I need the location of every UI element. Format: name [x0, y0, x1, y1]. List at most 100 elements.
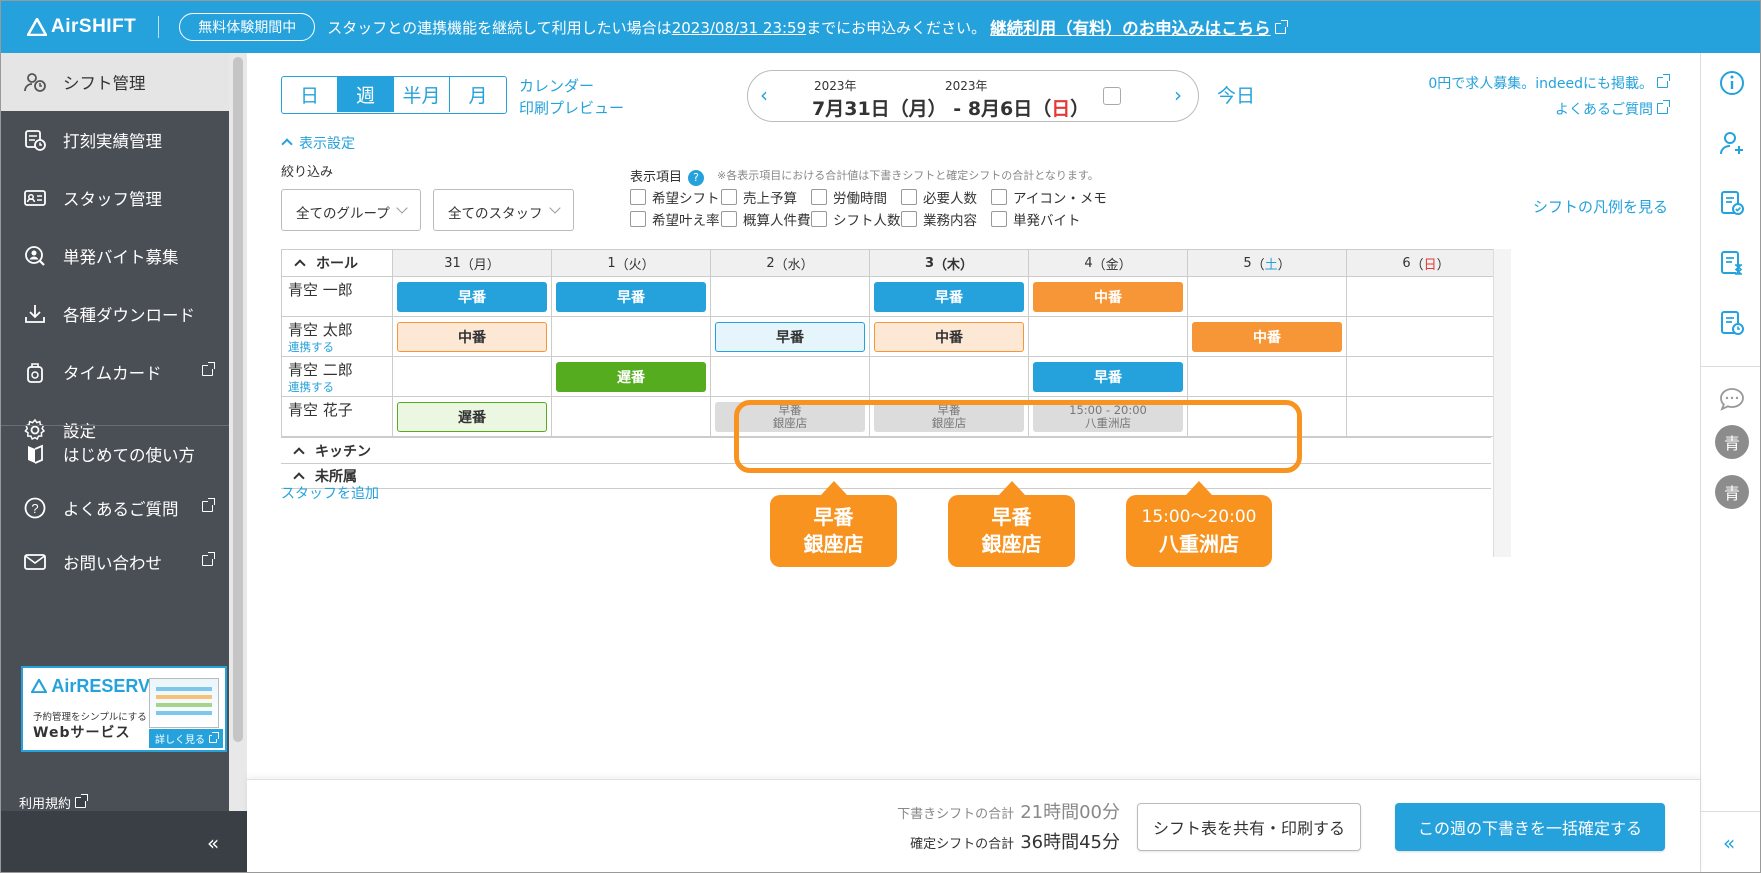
shift-cell[interactable]: 早番 — [869, 276, 1029, 317]
day-header[interactable]: 31 （月） — [392, 249, 552, 277]
staff-select[interactable]: 全てのスタッフ — [433, 189, 574, 231]
sidebar-item-staff[interactable]: スタッフ管理 — [1, 169, 229, 227]
display-settings-toggle[interactable]: 表示設定 — [281, 133, 355, 153]
group-header-hall[interactable]: ホール — [281, 249, 393, 277]
shift-cell[interactable]: 中番 — [1187, 316, 1347, 357]
view-month-button[interactable]: 月 — [450, 77, 506, 112]
info-icon[interactable] — [1718, 69, 1746, 97]
day-header[interactable]: 3 （木） — [869, 249, 1029, 277]
checkbox-work-hours[interactable]: 労働時間 — [811, 187, 887, 207]
checkbox-sales-budget[interactable]: 売上予算 — [721, 187, 797, 207]
checkbox-fulfillment-rate[interactable]: 希望叶え率 — [630, 209, 720, 229]
checkbox-icon-memo[interactable]: アイコン・メモ — [991, 187, 1107, 207]
shift-block[interactable]: 早番 — [1033, 362, 1183, 392]
today-button[interactable]: 今日 — [1217, 81, 1255, 108]
shift-cell[interactable] — [1028, 316, 1188, 357]
next-week-chevron-icon[interactable]: › — [1174, 83, 1182, 107]
shift-cell[interactable]: 中番 — [392, 316, 552, 357]
shift-cell[interactable] — [710, 276, 870, 317]
sidebar-item-timecard[interactable]: タイムカード — [1, 343, 229, 401]
shift-block[interactable]: 遅番 — [397, 402, 547, 432]
airshift-logo[interactable]: AirSHIFT — [27, 16, 136, 38]
confirm-week-drafts-button[interactable]: この週の下書きを一括確定する — [1395, 803, 1665, 851]
sidebar-item-shift[interactable]: シフト管理 — [1, 53, 229, 111]
shift-cell[interactable]: 遅番 — [392, 396, 552, 437]
shift-cell[interactable] — [1187, 356, 1347, 397]
share-print-button[interactable]: シフト表を共有・印刷する — [1137, 803, 1361, 851]
airreserve-ad-banner[interactable]: AirRESERVE 予約管理をシンプルにする Webサービス 詳しく見る — [21, 666, 227, 752]
collapse-sidebar-button[interactable]: « — [207, 831, 219, 855]
day-header[interactable]: 4 （金） — [1028, 249, 1188, 277]
shift-cell[interactable] — [1187, 276, 1347, 317]
staff-name-cell[interactable]: 青空 花子 — [281, 396, 393, 437]
shift-cell[interactable]: 早番 — [392, 276, 552, 317]
doc-check-icon[interactable] — [1718, 189, 1746, 217]
checkbox-shift-count[interactable]: シフト人数 — [811, 209, 901, 229]
shift-cell[interactable] — [869, 356, 1029, 397]
sidebar-item-getting-started[interactable]: はじめての使い方 — [1, 425, 229, 483]
terms-link[interactable]: 利用規約 — [19, 793, 89, 812]
shift-cell[interactable] — [1346, 356, 1506, 397]
link-staff-link[interactable]: 連携する — [288, 339, 392, 356]
shift-cell[interactable]: 早番 — [551, 276, 711, 317]
day-header[interactable]: 2 （水） — [710, 249, 870, 277]
shift-cell[interactable]: 中番 — [1028, 276, 1188, 317]
calendar-link[interactable]: カレンダー — [519, 75, 624, 97]
add-staff-link[interactable]: スタッフを追加 — [281, 483, 379, 503]
add-user-icon[interactable] — [1718, 129, 1746, 157]
shift-cell[interactable] — [551, 316, 711, 357]
help-icon[interactable]: ? — [688, 170, 705, 186]
doc-time-icon[interactable] — [1718, 309, 1746, 337]
view-week-button[interactable]: 週 — [338, 77, 394, 112]
view-halfmonth-button[interactable]: 半月 — [394, 77, 450, 112]
shift-block[interactable]: 早番 — [715, 322, 865, 352]
day-header[interactable]: 6 （日） — [1346, 249, 1506, 277]
checkbox-desired-shift[interactable]: 希望シフト — [630, 187, 720, 207]
group-select[interactable]: 全てのグループ — [281, 189, 421, 231]
shift-block[interactable]: 遅番 — [556, 362, 706, 392]
shift-block[interactable]: 中番 — [1033, 282, 1183, 312]
shift-block[interactable]: 中番 — [397, 322, 547, 352]
sidebar-item-gig-recruit[interactable]: 単発バイト募集 — [1, 227, 229, 285]
shift-block[interactable]: 中番 — [874, 322, 1024, 352]
prev-week-chevron-icon[interactable]: ‹ — [760, 83, 768, 107]
staff-name-cell[interactable]: 青空 太郎 連携する — [281, 316, 393, 357]
staff-name-cell[interactable]: 青空 二郎 連携する — [281, 356, 393, 397]
sidebar-item-faq[interactable]: ? よくあるご質問 — [1, 479, 229, 537]
recruit-link[interactable]: 0円で求人募集。indeedにも掲載。 — [1428, 71, 1670, 97]
doc-hourglass-icon[interactable] — [1718, 249, 1746, 277]
ad-details-button[interactable]: 詳しく見る — [149, 729, 223, 748]
link-staff-link[interactable]: 連携する — [288, 379, 392, 396]
view-day-button[interactable]: 日 — [282, 77, 338, 112]
shift-cell[interactable] — [710, 356, 870, 397]
staff-name-cell[interactable]: 青空 一郎 — [281, 276, 393, 317]
day-header[interactable]: 1 （火） — [551, 249, 711, 277]
sidebar-item-contact[interactable]: お問い合わせ — [1, 533, 229, 591]
shift-cell[interactable] — [1346, 276, 1506, 317]
shift-block[interactable]: 早番 — [874, 282, 1024, 312]
shift-cell[interactable]: 中番 — [869, 316, 1029, 357]
shift-cell[interactable] — [392, 356, 552, 397]
checkbox-labor-cost[interactable]: 概算人件費 — [721, 209, 811, 229]
calendar-icon[interactable] — [1103, 87, 1121, 105]
checkbox-tasks[interactable]: 業務内容 — [901, 209, 977, 229]
checkbox-gig-job[interactable]: 単発バイト — [991, 209, 1081, 229]
checkbox-required-staff[interactable]: 必要人数 — [901, 187, 977, 207]
shift-block[interactable]: 中番 — [1192, 322, 1342, 352]
shift-cell[interactable] — [1346, 396, 1506, 437]
shift-cell[interactable]: 遅番 — [551, 356, 711, 397]
day-header[interactable]: 5 （土） — [1187, 249, 1347, 277]
sidebar-item-time-records[interactable]: 打刻実績管理 — [1, 111, 229, 169]
faq-link[interactable]: よくあるご質問 — [1428, 97, 1670, 123]
chat-icon[interactable] — [1718, 385, 1746, 413]
avatar[interactable]: 青 — [1715, 475, 1749, 509]
shift-legend-link[interactable]: シフトの凡例を見る — [1533, 196, 1668, 217]
shift-cell[interactable]: 早番 — [710, 316, 870, 357]
shift-cell[interactable]: 早番 — [1028, 356, 1188, 397]
collapse-rail-button[interactable]: « — [1723, 831, 1735, 855]
shift-block[interactable]: 早番 — [397, 282, 547, 312]
table-scrollbar[interactable] — [1493, 249, 1511, 557]
shift-cell[interactable] — [1346, 316, 1506, 357]
sidebar-scrollbar[interactable] — [229, 53, 247, 811]
sidebar-item-downloads[interactable]: 各種ダウンロード — [1, 285, 229, 343]
